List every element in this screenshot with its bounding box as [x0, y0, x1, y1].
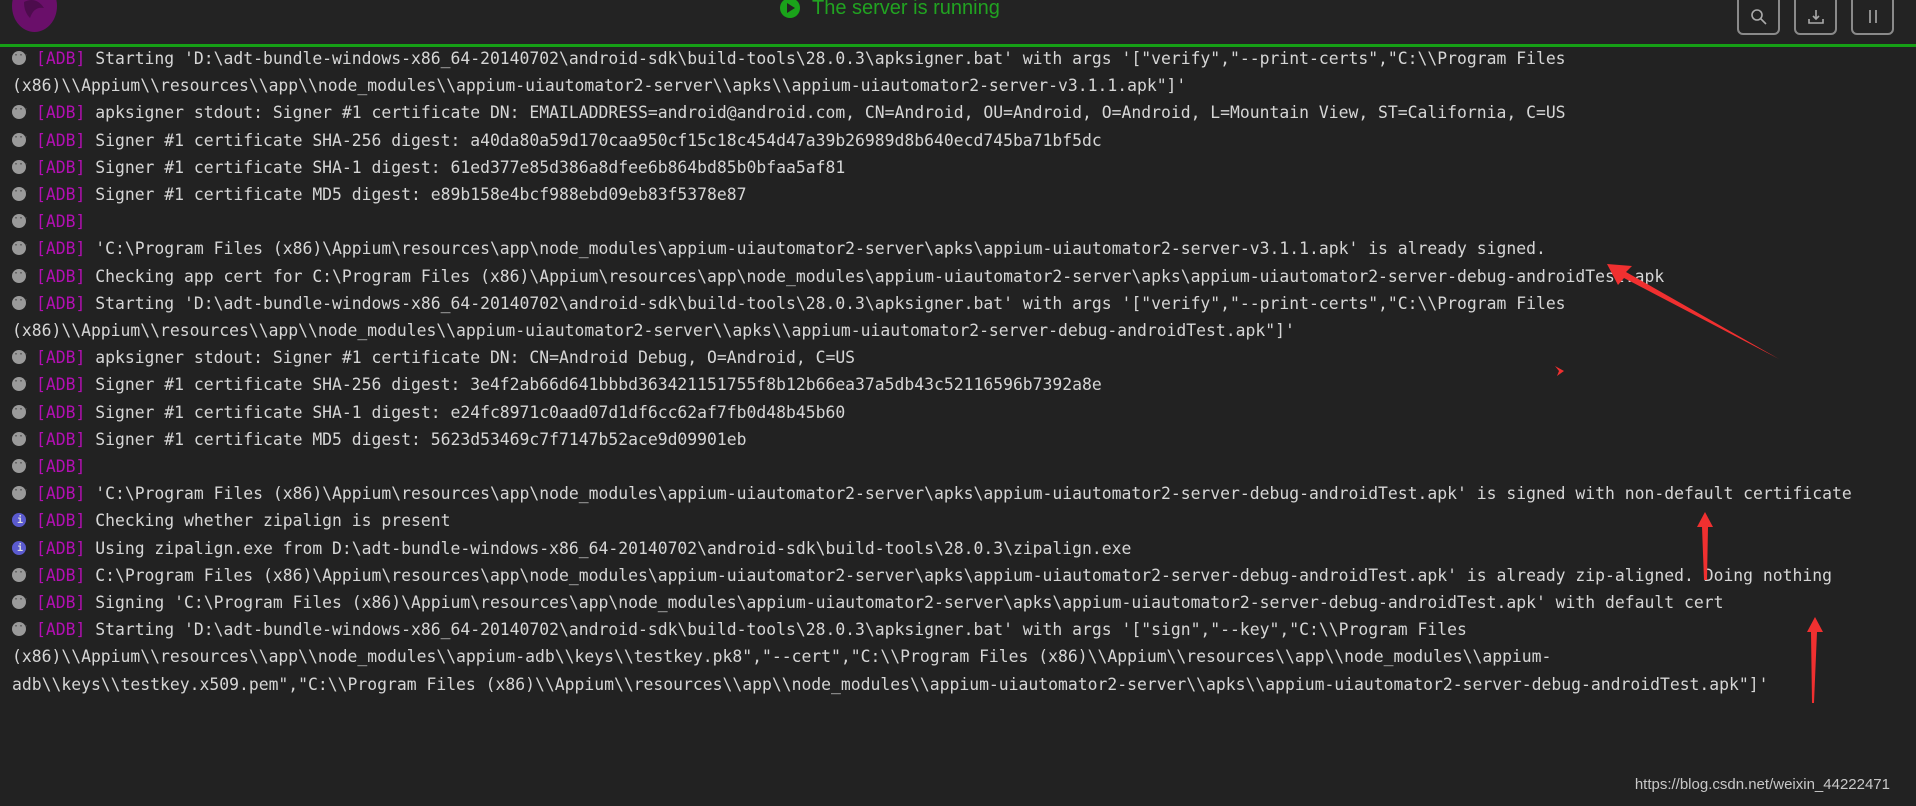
log-tag: [ADB]: [36, 565, 86, 585]
debug-message-icon: [12, 260, 28, 287]
log-entry: [ADB] Checking whether zipalign is prese…: [12, 507, 1874, 535]
log-message: Signer #1 certificate SHA-1 digest: e24f…: [95, 402, 846, 422]
debug-message-icon: [12, 341, 28, 368]
info-icon: [12, 507, 26, 535]
watermark: https://blog.csdn.net/weixin_44222471: [1634, 776, 1890, 793]
log-message: Signer #1 certificate SHA-1 digest: 61ed…: [95, 157, 846, 177]
log-message: Signer #1 certificate MD5 digest: 5623d5…: [95, 429, 747, 449]
log-message: Checking whether zipalign is present: [95, 511, 451, 531]
log-entry: [ADB] Starting 'D:\adt-bundle-windows-x8…: [12, 613, 1874, 698]
log-tag: [ADB]: [36, 484, 86, 504]
log-entry: [ADB] Using zipalign.exe from D:\adt-bun…: [12, 535, 1874, 562]
log-entry: [ADB] apksigner stdout: Signer #1 certif…: [12, 96, 1874, 126]
debug-message-icon: [12, 368, 28, 396]
log-entry: [ADB] Signer #1 certificate MD5 digest: …: [12, 423, 1874, 453]
log-entry: [ADB] Signer #1 certificate SHA-256 dige…: [12, 368, 1874, 398]
log-tag: [ADB]: [36, 375, 86, 395]
debug-message-icon: [12, 205, 28, 232]
debug-message-icon: [12, 613, 28, 640]
log-entry: [ADB] Starting 'D:\adt-bundle-windows-x8…: [12, 42, 1874, 99]
log-tag: [ADB]: [36, 620, 86, 640]
log-message: Signer #1 certificate MD5 digest: e89b15…: [95, 185, 747, 205]
log-message: Signer #1 certificate SHA-256 digest: 3e…: [95, 375, 1102, 395]
log-tag: [ADB]: [36, 511, 86, 531]
log-message: Signing 'C:\Program Files (x86)\Appium\r…: [95, 593, 1724, 613]
log-message: Checking app cert for C:\Program Files (…: [95, 266, 1665, 286]
log-entry: [ADB] apksigner stdout: Signer #1 certif…: [12, 341, 1874, 371]
log-tag: [ADB]: [36, 157, 86, 177]
debug-message-icon: [12, 559, 28, 586]
log-message: Signer #1 certificate SHA-256 digest: a4…: [95, 130, 1102, 150]
log-message: Using zipalign.exe from D:\adt-bundle-wi…: [95, 538, 1132, 558]
debug-message-icon: [12, 96, 28, 124]
log-entry: [ADB] Signer #1 certificate SHA-1 digest…: [12, 396, 1874, 426]
log-tag: [ADB]: [36, 239, 86, 259]
debug-message-icon: [12, 586, 28, 613]
log-tag: [ADB]: [36, 538, 86, 558]
appium-logo: [12, 0, 57, 32]
log-entry: [ADB] Signer #1 certificate SHA-1 digest…: [12, 151, 1874, 181]
log-tag: [ADB]: [36, 593, 86, 613]
pause-icon: [1868, 9, 1877, 23]
search-button[interactable]: [1737, 0, 1780, 35]
search-icon: [1750, 8, 1767, 25]
log-entry: [ADB] 'C:\Program Files (x86)\Appium\res…: [12, 477, 1874, 507]
log-output: [ADB] Starting 'D:\adt-bundle-windows-x8…: [12, 42, 1874, 698]
play-icon: [780, 0, 800, 18]
server-status: The server is running: [780, 0, 1000, 20]
server-status-text: The server is running: [812, 0, 1000, 19]
log-entry: [ADB] C:\Program Files (x86)\Appium\reso…: [12, 559, 1874, 589]
log-tag: [ADB]: [36, 130, 86, 150]
log-message: apksigner stdout: Signer #1 certificate …: [95, 348, 856, 368]
log-tag: [ADB]: [36, 185, 86, 205]
debug-message-icon: [12, 124, 28, 151]
log-message: apksigner stdout: Signer #1 certificate …: [95, 103, 1566, 123]
download-icon: [1807, 9, 1824, 24]
pause-button[interactable]: [1851, 0, 1894, 35]
log-tag: [ADB]: [36, 103, 86, 123]
log-message: Starting 'D:\adt-bundle-windows-x86_64-2…: [12, 49, 1576, 96]
debug-message-icon: [12, 287, 28, 314]
log-entry: [ADB]: [12, 205, 1874, 235]
debug-message-icon: [12, 178, 28, 205]
log-message: 'C:\Program Files (x86)\Appium\resources…: [95, 239, 1546, 259]
debug-message-icon: [12, 232, 28, 260]
log-message: Starting 'D:\adt-bundle-windows-x86_64-2…: [12, 620, 1769, 694]
debug-message-icon: [12, 42, 28, 69]
debug-message-icon: [12, 477, 28, 504]
log-entry: [ADB] Signer #1 certificate SHA-256 dige…: [12, 124, 1874, 154]
log-tag: [ADB]: [36, 293, 86, 313]
log-entry: [ADB] Signing 'C:\Program Files (x86)\Ap…: [12, 586, 1874, 616]
log-tag: [ADB]: [36, 348, 86, 368]
log-entry: [ADB]: [12, 450, 1874, 480]
download-logs-button[interactable]: [1794, 0, 1837, 35]
debug-message-icon: [12, 423, 28, 450]
log-entry: [ADB] Starting 'D:\adt-bundle-windows-x8…: [12, 287, 1874, 344]
info-icon: [12, 535, 26, 562]
log-tag: [ADB]: [36, 457, 86, 477]
log-message: 'C:\Program Files (x86)\Appium\resources…: [95, 484, 1852, 504]
header-bar: The server is running: [0, 0, 1916, 45]
log-entry: [ADB] Signer #1 certificate MD5 digest: …: [12, 178, 1874, 208]
debug-message-icon: [12, 396, 28, 423]
debug-message-icon: [12, 450, 28, 477]
log-tag: [ADB]: [36, 212, 86, 232]
log-message: Starting 'D:\adt-bundle-windows-x86_64-2…: [12, 293, 1576, 341]
log-tag: [ADB]: [36, 402, 86, 422]
debug-message-icon: [12, 151, 28, 178]
log-message: C:\Program Files (x86)\Appium\resources\…: [95, 565, 1832, 585]
log-tag: [ADB]: [36, 49, 86, 68]
log-tag: [ADB]: [36, 266, 86, 286]
log-entry: [ADB] Checking app cert for C:\Program F…: [12, 260, 1874, 290]
log-entry: [ADB] 'C:\Program Files (x86)\Appium\res…: [12, 232, 1874, 262]
log-tag: [ADB]: [36, 429, 86, 449]
